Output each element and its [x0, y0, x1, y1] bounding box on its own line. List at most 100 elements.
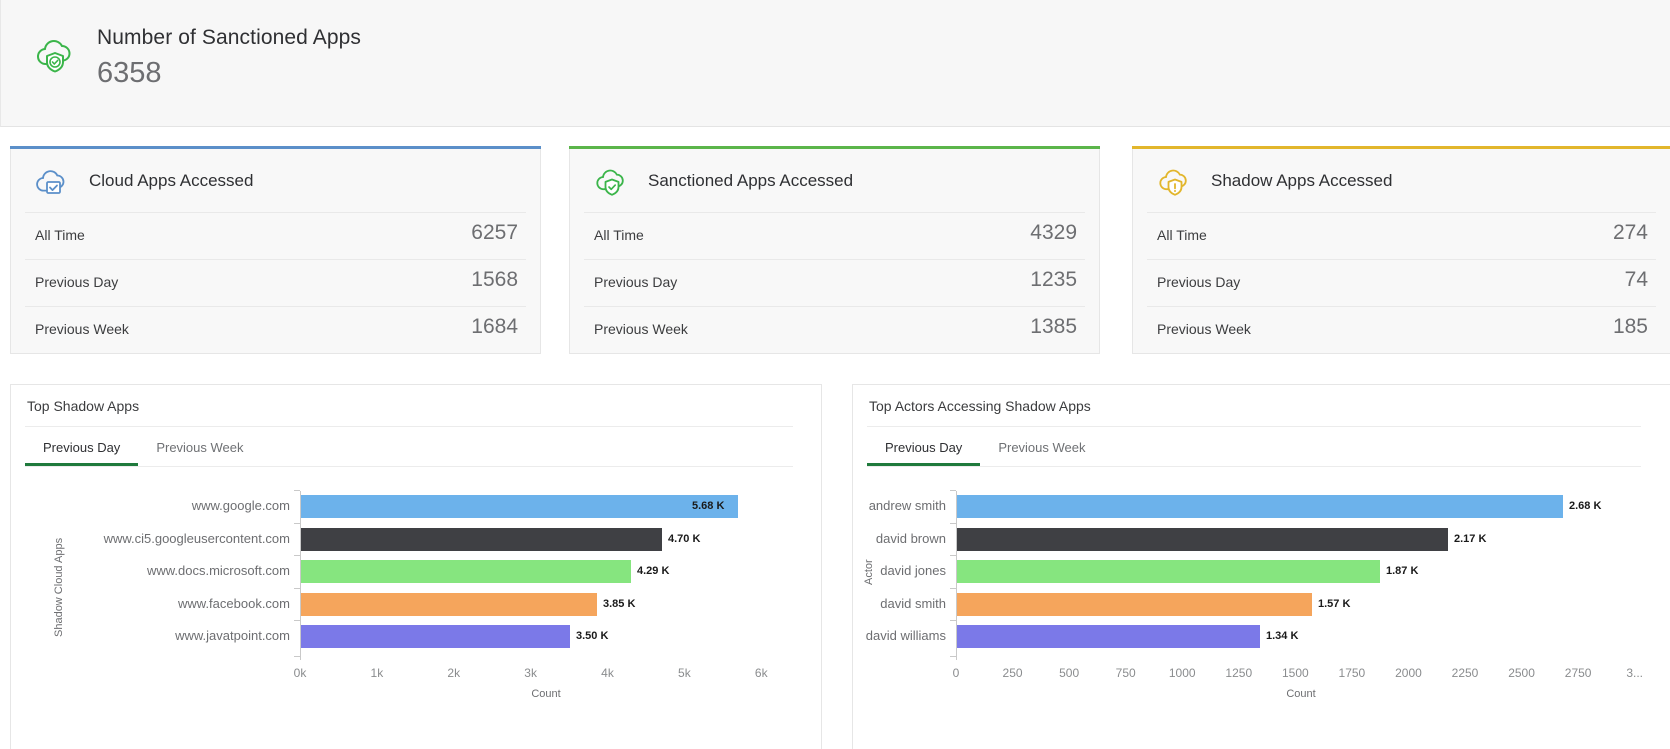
x-axis-tick-label: 5k: [654, 666, 714, 680]
x-axis-tick-label: 750: [1096, 666, 1156, 680]
bar[interactable]: [301, 560, 631, 583]
panel-top-shadow-apps: Top Shadow Apps Previous Day Previous We…: [10, 384, 822, 749]
bar[interactable]: [301, 495, 738, 518]
kpi-card-header: Cloud Apps Accessed: [11, 149, 540, 212]
kpi-row: Previous Day 1568: [25, 259, 526, 306]
bar-value-label: 2.68 K: [1569, 495, 1601, 518]
tab-previous-day[interactable]: Previous Day: [867, 431, 980, 466]
kpi-row-label: Previous Week: [35, 321, 129, 337]
bar[interactable]: [301, 625, 570, 648]
panel-divider: [25, 426, 793, 427]
kpi-row-label: All Time: [594, 227, 644, 243]
kpi-row-value: 4329: [1030, 221, 1077, 245]
kpi-row-value: 1684: [471, 315, 518, 339]
kpi-card-title: Cloud Apps Accessed: [89, 171, 253, 191]
kpi-row-value: 1235: [1030, 268, 1077, 292]
x-axis-tick-label: 1750: [1322, 666, 1382, 680]
bar-category-label: andrew smith: [869, 498, 946, 513]
tab-previous-day[interactable]: Previous Day: [25, 431, 138, 466]
kpi-row-label: All Time: [35, 227, 85, 243]
bar-chart-top-actors: Actorandrew smith2.68 Kdavid brown2.17 K…: [853, 477, 1670, 742]
cloud-shield-check-icon: [592, 162, 632, 202]
bar[interactable]: [957, 593, 1312, 616]
y-axis-tick: [294, 588, 300, 589]
kpi-row: Previous Week 1385: [584, 306, 1085, 353]
x-axis-tick-label: 2250: [1435, 666, 1495, 680]
bar-category-label: www.javatpoint.com: [175, 628, 290, 643]
bar-category-label: www.ci5.googleusercontent.com: [104, 531, 290, 546]
bar-category-label: david williams: [866, 628, 946, 643]
x-axis-title: Count: [496, 688, 596, 700]
hero-banner: Number of Sanctioned Apps 6358: [0, 0, 1670, 127]
x-axis-tick-label: 500: [1039, 666, 1099, 680]
kpi-row-label: Previous Week: [594, 321, 688, 337]
hero-metric-value: 6358: [97, 57, 162, 90]
bar-category-label: www.docs.microsoft.com: [147, 563, 290, 578]
kpi-card-cloud-apps-accessed: Cloud Apps Accessed All Time 6257 Previo…: [10, 149, 541, 354]
tabs-divider: [867, 466, 1641, 467]
kpi-card-header: Shadow Apps Accessed: [1133, 149, 1670, 212]
dashboard-page: Number of Sanctioned Apps 6358 Cloud App…: [0, 0, 1670, 749]
tab-previous-week[interactable]: Previous Week: [138, 431, 261, 466]
y-axis-tick: [950, 555, 956, 556]
x-axis-tick-label: 1000: [1152, 666, 1212, 680]
x-axis-tick-label: 2750: [1548, 666, 1608, 680]
bar[interactable]: [957, 495, 1563, 518]
bar-value-label: 1.57 K: [1318, 593, 1350, 616]
panel-top-actors-accessing-shadow-apps: Top Actors Accessing Shadow Apps Previou…: [852, 384, 1670, 749]
y-axis-tick: [294, 555, 300, 556]
bar-category-label: www.google.com: [192, 498, 290, 513]
bar[interactable]: [957, 560, 1380, 583]
bar-category-label: www.facebook.com: [178, 596, 290, 611]
kpi-card-title: Sanctioned Apps Accessed: [648, 171, 853, 191]
bar-value-label: 3.85 K: [603, 593, 635, 616]
x-axis-tick-label: 4k: [578, 666, 638, 680]
kpi-row-label: All Time: [1157, 227, 1207, 243]
kpi-card-header: Sanctioned Apps Accessed: [570, 149, 1099, 212]
y-axis-title: Actor: [863, 559, 875, 585]
bar-category-label: david brown: [876, 531, 946, 546]
bar[interactable]: [957, 625, 1260, 648]
y-axis-tick: [294, 523, 300, 524]
cloud-check-icon: [33, 162, 73, 202]
bar-value-label: 4.29 K: [637, 560, 669, 583]
x-axis-tick-label: 1500: [1265, 666, 1325, 680]
y-axis-tick: [294, 490, 300, 491]
x-axis-tick: [294, 656, 300, 657]
cloud-shield-alert-icon: [1155, 162, 1195, 202]
bar-value-label: 5.68 K: [692, 495, 724, 518]
x-axis-tick-label: 3k: [501, 666, 561, 680]
panel-tabs: Previous Day Previous Week: [867, 431, 1104, 467]
kpi-row-label: Previous Day: [35, 274, 118, 290]
y-axis-tick: [950, 490, 956, 491]
page-title: Number of Sanctioned Apps: [97, 26, 361, 50]
tab-previous-week[interactable]: Previous Week: [980, 431, 1103, 466]
panel-title: Top Shadow Apps: [27, 398, 139, 414]
bar-value-label: 1.34 K: [1266, 625, 1298, 648]
bar-value-label: 1.87 K: [1386, 560, 1418, 583]
x-axis-tick-label: 1250: [1209, 666, 1269, 680]
bar-category-label: david jones: [880, 563, 946, 578]
kpi-row-value: 274: [1613, 221, 1648, 245]
bar[interactable]: [301, 528, 662, 551]
kpi-row: All Time 4329: [584, 212, 1085, 259]
kpi-row: All Time 274: [1147, 212, 1656, 259]
bar[interactable]: [957, 528, 1448, 551]
kpi-row: Previous Day 1235: [584, 259, 1085, 306]
kpi-row: Previous Day 74: [1147, 259, 1656, 306]
y-axis-tick: [294, 620, 300, 621]
x-axis-tick-label: 2k: [424, 666, 484, 680]
bar-value-label: 4.70 K: [668, 528, 700, 551]
kpi-card-sanctioned-apps-accessed: Sanctioned Apps Accessed All Time 4329 P…: [569, 149, 1100, 354]
bar-chart-top-shadow-apps: Shadow Cloud Appswww.google.com5.68 Kwww…: [11, 477, 821, 742]
kpi-row-value: 1385: [1030, 315, 1077, 339]
x-axis-tick-label: 0k: [270, 666, 330, 680]
kpi-row: Previous Week 185: [1147, 306, 1656, 353]
bar[interactable]: [301, 593, 597, 616]
kpi-row-value: 6257: [471, 221, 518, 245]
x-axis-tick: [950, 656, 956, 657]
kpi-card-title: Shadow Apps Accessed: [1211, 171, 1392, 191]
kpi-row-label: Previous Day: [594, 274, 677, 290]
kpi-row-value: 74: [1625, 268, 1648, 292]
sanctioned-cloud-icon: [29, 31, 81, 83]
